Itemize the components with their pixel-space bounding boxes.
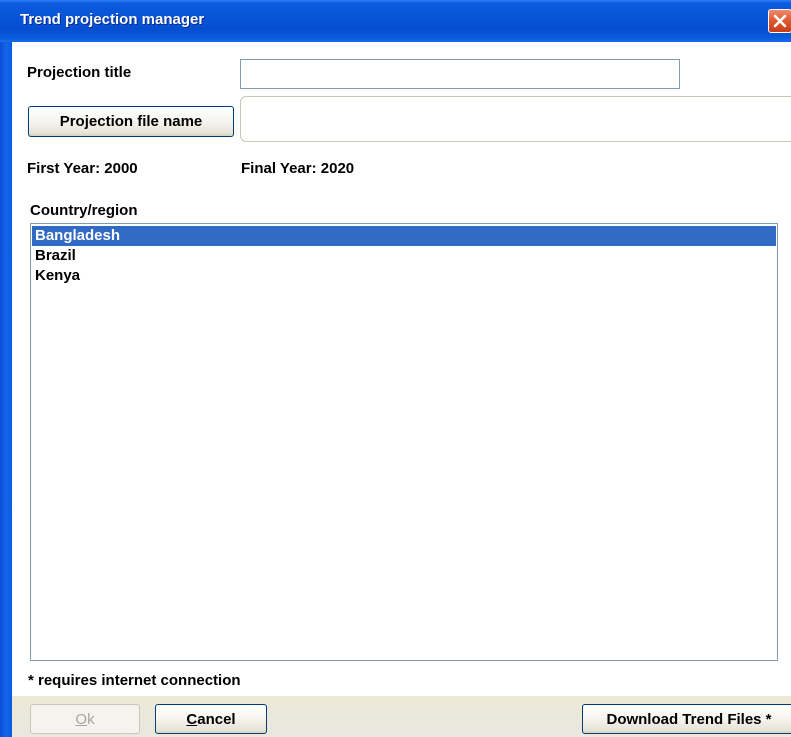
projection-title-input[interactable]: [240, 59, 680, 89]
final-year-label: Final Year: 2020: [241, 160, 355, 177]
internet-note: * requires internet connection: [28, 672, 241, 689]
ok-label: k: [87, 710, 95, 728]
cancel-button[interactable]: Cancel: [155, 704, 267, 734]
close-icon: [773, 14, 787, 28]
first-year-label: First Year: 2000: [27, 160, 138, 177]
projection-title-label: Projection title: [27, 64, 132, 81]
download-trend-files-button[interactable]: Download Trend Files *: [582, 704, 791, 734]
projection-file-name-field[interactable]: [240, 96, 791, 142]
projection-file-name-button[interactable]: Projection file name: [28, 106, 234, 137]
title-bar[interactable]: Trend projection manager: [0, 0, 791, 42]
cancel-label: ancel: [197, 710, 236, 728]
country-region-list[interactable]: Bangladesh Brazil Kenya: [30, 223, 778, 661]
country-region-label: Country/region: [30, 202, 138, 219]
trend-projection-window: Trend projection manager Projection titl…: [0, 0, 791, 737]
country-list-item[interactable]: Brazil: [32, 246, 776, 266]
cancel-mnemonic: C: [186, 710, 198, 728]
window-title: Trend projection manager: [20, 11, 205, 28]
country-list-item[interactable]: Bangladesh: [32, 226, 776, 246]
ok-mnemonic: O: [75, 710, 88, 728]
ok-button[interactable]: Ok: [30, 704, 140, 734]
window-frame-left: [0, 42, 12, 737]
close-button[interactable]: [768, 9, 791, 33]
country-list-item[interactable]: Kenya: [32, 266, 776, 286]
